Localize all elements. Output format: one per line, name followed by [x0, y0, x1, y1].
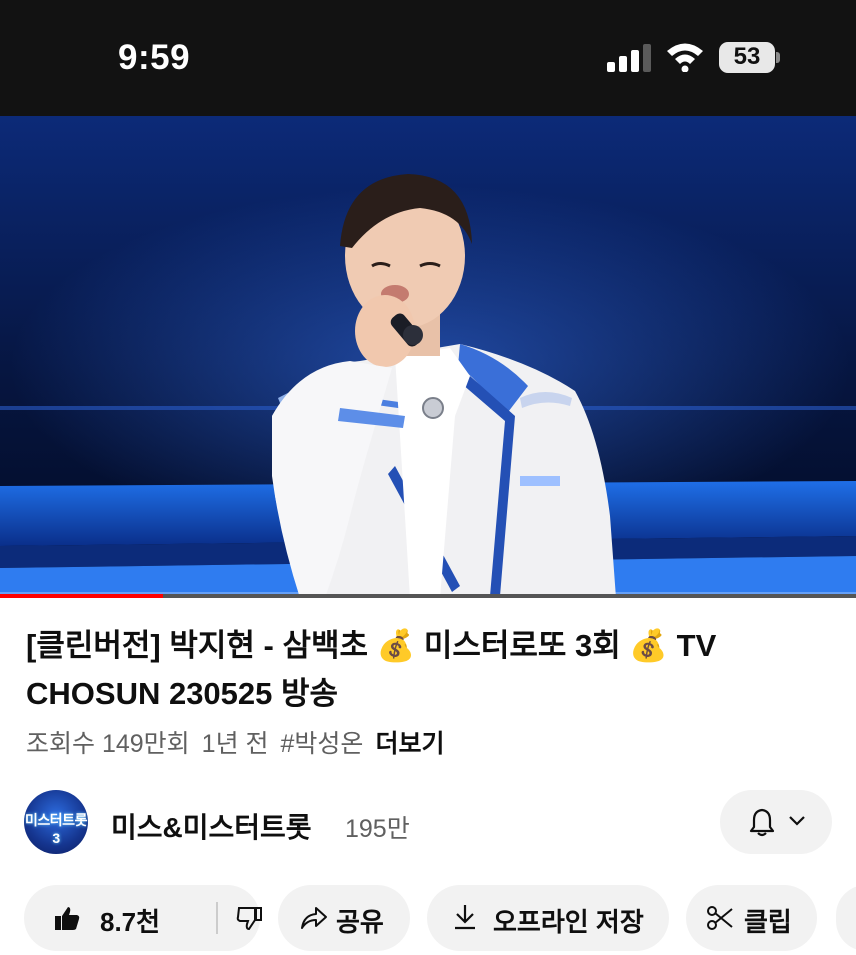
wifi-icon — [667, 43, 703, 72]
download-icon — [455, 905, 475, 930]
download-label: 오프라인 저장 — [493, 907, 644, 937]
battery-indicator: 53 — [719, 42, 781, 73]
video-title[interactable]: [클린버전] 박지현 - 삼백초 💰 미스터로또 3회 💰 TV CHOSUN … — [26, 622, 816, 718]
like-dislike-group: 8.7천 — [24, 885, 262, 951]
cellular-signal-icon — [607, 44, 651, 72]
more-link[interactable]: 더보기 — [375, 730, 444, 758]
share-icon — [301, 907, 327, 929]
video-frame — [0, 116, 856, 598]
video-meta[interactable]: 조회수 149만회 1년 전 #박성온 더보기 — [26, 724, 456, 760]
channel-name[interactable]: 미스&미스터트롯 — [111, 806, 312, 846]
video-player[interactable] — [0, 116, 856, 598]
notification-button[interactable] — [720, 790, 832, 854]
share-button[interactable]: 공유 — [278, 885, 410, 951]
battery-level: 53 — [733, 43, 761, 70]
clip-label: 클립 — [744, 907, 792, 937]
bell-icon — [749, 808, 775, 837]
download-button[interactable]: 오프라인 저장 — [427, 885, 669, 951]
scissors-icon — [707, 906, 733, 930]
status-time: 9:59 — [118, 38, 191, 77]
thumbs-up-icon[interactable] — [54, 905, 80, 931]
chevron-down-icon — [789, 816, 805, 826]
view-count: 조회수 149만회 — [26, 730, 190, 758]
subscriber-count: 195만 — [345, 815, 410, 843]
upload-age: 1년 전 — [201, 730, 269, 758]
like-count[interactable]: 8.7천 — [100, 902, 160, 939]
hashtag-link[interactable]: #박성온 — [281, 730, 364, 758]
battery-cap — [776, 52, 780, 63]
clip-button[interactable]: 클립 — [686, 885, 817, 951]
thumbs-down-icon[interactable] — [236, 905, 262, 931]
status-bar: 9:59 53 — [0, 0, 856, 116]
like-divider — [216, 902, 218, 934]
share-label: 공유 — [336, 907, 384, 937]
channel-avatar-logo: 미스터트롯3 — [25, 812, 87, 846]
channel-avatar[interactable]: 미스터트롯3 — [24, 790, 88, 854]
